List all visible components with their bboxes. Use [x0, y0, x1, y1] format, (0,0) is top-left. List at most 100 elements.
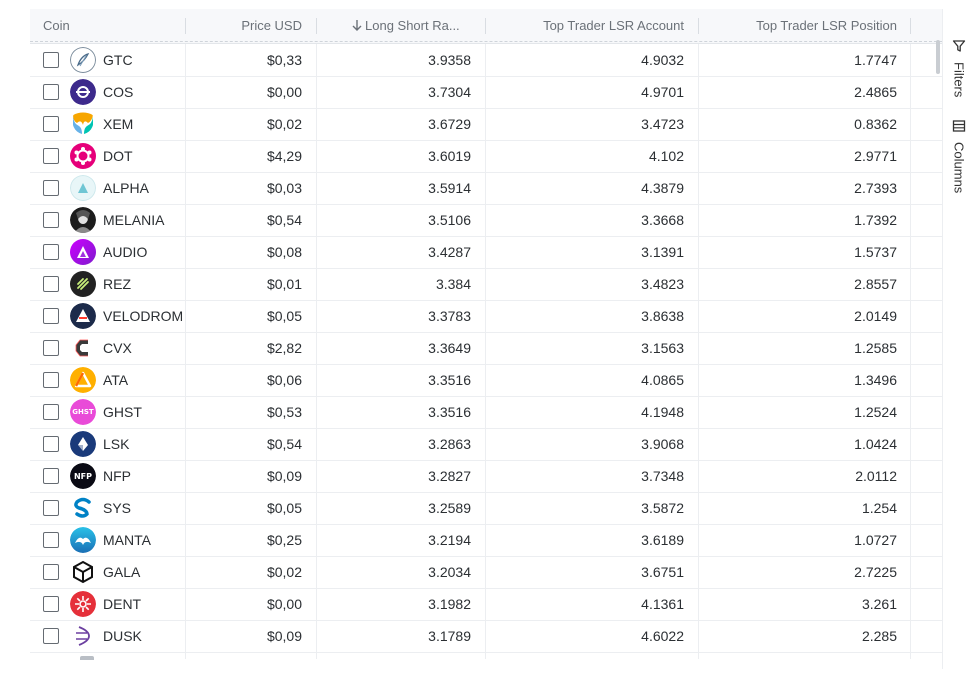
- price-cell: $0,54: [266, 212, 302, 228]
- table-row[interactable]: REZ $0,01 3.384 3.4823 2.8557: [30, 268, 942, 301]
- top-trader-lsr-position-cell: 2.0149: [854, 308, 897, 324]
- table-row[interactable]: GALA $0,02 3.2034 3.6751 2.7225: [30, 556, 942, 589]
- price-cell: $0,09: [266, 628, 302, 644]
- row-select-checkbox[interactable]: [43, 116, 59, 132]
- row-select-checkbox[interactable]: [43, 404, 59, 420]
- row-select-checkbox[interactable]: [43, 468, 59, 484]
- top-trader-lsr-position-cell: 1.2524: [854, 404, 897, 420]
- price-cell: $0,54: [266, 436, 302, 452]
- price-cell: $4,29: [266, 148, 302, 164]
- top-trader-lsr-position-cell: 1.254: [861, 500, 897, 516]
- table-row[interactable]: COS $0,00 3.7304 4.9701 2.4865: [30, 76, 942, 109]
- column-header-label: Long Short Ra...: [365, 18, 460, 33]
- table-row[interactable]: MANTA $0,25 3.2194 3.6189 1.0727: [30, 524, 942, 557]
- dusk-icon: [70, 623, 96, 649]
- filters-button[interactable]: Filters: [947, 39, 971, 97]
- table-row[interactable]: VELODROM $0,05 3.3783 3.8638 2.0149: [30, 300, 942, 333]
- table-row[interactable]: ALPHA $0,03 3.5914 4.3879 2.7393: [30, 172, 942, 205]
- row-select-checkbox[interactable]: [43, 148, 59, 164]
- coin-symbol: VELODROM: [103, 308, 184, 324]
- column-header-long-short-ratio[interactable]: Long Short Ra...: [317, 9, 485, 43]
- row-select-checkbox[interactable]: [43, 596, 59, 612]
- top-trader-lsr-account-cell: 4.6022: [641, 628, 684, 644]
- column-header-top-trader-lsr-account[interactable]: Top Trader LSR Account: [486, 9, 698, 43]
- top-trader-lsr-account-cell: 3.4823: [641, 276, 684, 292]
- cvx-icon: [70, 335, 96, 361]
- long-short-ratio-cell: 3.384: [435, 276, 471, 292]
- top-trader-lsr-account-cell: 4.102: [648, 148, 684, 164]
- row-select-checkbox[interactable]: [43, 532, 59, 548]
- table-row[interactable]: CVX $2,82 3.3649 3.1563 1.2585: [30, 332, 942, 365]
- top-trader-lsr-position-cell: 2.8557: [854, 276, 897, 292]
- price-cell: $0,53: [266, 404, 302, 420]
- top-trader-lsr-account-cell: 3.6189: [641, 532, 684, 548]
- coin-symbol: SYS: [103, 500, 132, 516]
- price-cell: $0,25: [266, 532, 302, 548]
- column-header-coin[interactable]: Coin: [43, 9, 183, 43]
- table-row[interactable]: GHST GHST $0,53 3.3516 4.1948 1.2524: [30, 396, 942, 429]
- coin-symbol: ALPHA: [103, 180, 149, 196]
- row-select-checkbox[interactable]: [43, 308, 59, 324]
- table-row[interactable]: DUSK $0,09 3.1789 4.6022 2.285: [30, 620, 942, 653]
- coin-symbol: XEM: [103, 116, 134, 132]
- long-short-ratio-cell: 3.3516: [428, 372, 471, 388]
- row-select-checkbox[interactable]: [43, 52, 59, 68]
- long-short-ratio-cell: 3.1789: [428, 628, 471, 644]
- long-short-ratio-cell: 3.2827: [428, 468, 471, 484]
- columns-button[interactable]: Columns: [947, 119, 971, 193]
- table-row[interactable]: SYS $0,05 3.2589 3.5872 1.254: [30, 492, 942, 525]
- lsk-icon: [70, 431, 96, 457]
- sort-desc-icon: [351, 9, 365, 43]
- top-trader-lsr-position-cell: 1.7747: [854, 52, 897, 68]
- price-cell: $0,00: [266, 596, 302, 612]
- row-select-checkbox[interactable]: [43, 276, 59, 292]
- row-select-checkbox[interactable]: [43, 500, 59, 516]
- row-select-checkbox[interactable]: [43, 372, 59, 388]
- row-select-checkbox[interactable]: [43, 340, 59, 356]
- table-row[interactable]: MELANIA $0,54 3.5106 3.3668 1.7392: [30, 204, 942, 237]
- row-select-checkbox[interactable]: [43, 244, 59, 260]
- row-select-checkbox[interactable]: [43, 436, 59, 452]
- row-select-checkbox[interactable]: [43, 84, 59, 100]
- column-header-price[interactable]: Price USD: [186, 9, 316, 43]
- coin-symbol: CVX: [103, 340, 132, 356]
- price-cell: $0,05: [266, 500, 302, 516]
- column-header-label: Top Trader LSR Account: [543, 18, 684, 33]
- long-short-ratio-cell: 3.2194: [428, 532, 471, 548]
- table-row[interactable]: XEM $0,02 3.6729 3.4723 0.8362: [30, 108, 942, 141]
- top-trader-lsr-account-cell: 3.6751: [641, 564, 684, 580]
- xem-icon: [70, 111, 96, 137]
- row-select-checkbox[interactable]: [43, 628, 59, 644]
- coin-symbol: AUDIO: [103, 244, 148, 260]
- top-trader-lsr-position-cell: 1.0424: [854, 436, 897, 452]
- long-short-ratio-cell: 3.2034: [428, 564, 471, 580]
- coin-symbol: MANTA: [103, 532, 151, 548]
- dent-icon: [70, 591, 96, 617]
- price-cell: $0,06: [266, 372, 302, 388]
- alpha-icon: [70, 175, 96, 201]
- top-trader-lsr-position-cell: 2.9771: [854, 148, 897, 164]
- table-row[interactable]: DENT $0,00 3.1982 4.1361 3.261: [30, 588, 942, 621]
- table-row[interactable]: LSK $0,54 3.2863 3.9068 1.0424: [30, 428, 942, 461]
- row-select-checkbox[interactable]: [43, 564, 59, 580]
- tool-panel-sidebar: Filters Columns: [942, 9, 975, 669]
- price-cell: $0,02: [266, 564, 302, 580]
- audio-icon: [70, 239, 96, 265]
- top-trader-lsr-account-cell: 3.7348: [641, 468, 684, 484]
- vertical-scrollbar[interactable]: [936, 40, 940, 74]
- table-row[interactable]: GTC $0,33 3.9358 4.9032 1.7747: [30, 44, 942, 77]
- coin-symbol: COS: [103, 84, 134, 100]
- top-trader-lsr-account-cell: 3.4723: [641, 116, 684, 132]
- table-row[interactable]: DOT $4,29 3.6019 4.102 2.9771: [30, 140, 942, 173]
- table-row[interactable]: NFP NFP $0,09 3.2827 3.7348 2.0112: [30, 460, 942, 493]
- top-trader-lsr-account-cell: 4.0865: [641, 372, 684, 388]
- long-short-ratio-cell: 3.4287: [428, 244, 471, 260]
- coin-symbol: DENT: [103, 596, 142, 612]
- top-trader-lsr-position-cell: 2.7393: [854, 180, 897, 196]
- table-row[interactable]: ATA $0,06 3.3516 4.0865 1.3496: [30, 364, 942, 397]
- table-row[interactable]: AUDIO $0,08 3.4287 3.1391 1.5737: [30, 236, 942, 269]
- column-header-top-trader-lsr-position[interactable]: Top Trader LSR Position: [699, 9, 911, 43]
- row-select-checkbox[interactable]: [43, 212, 59, 228]
- row-select-checkbox[interactable]: [43, 180, 59, 196]
- top-trader-lsr-position-cell: 1.7392: [854, 212, 897, 228]
